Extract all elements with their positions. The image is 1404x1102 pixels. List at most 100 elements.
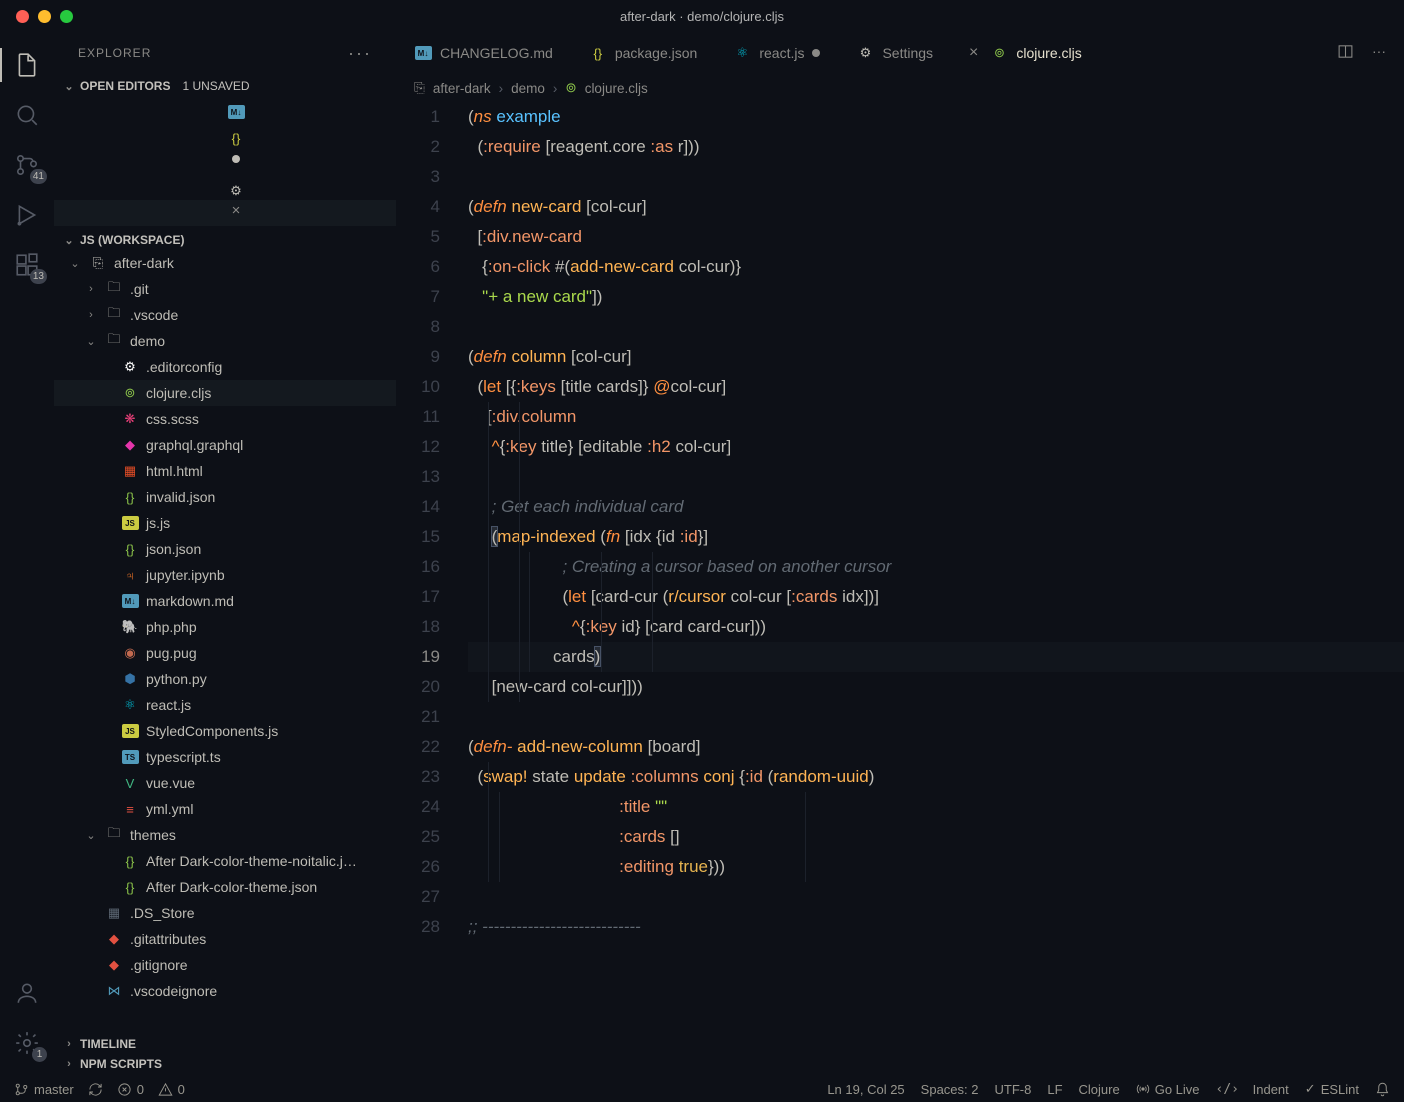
extensions-icon[interactable]: 13 xyxy=(0,244,54,286)
spaces-item[interactable]: Spaces: 2 xyxy=(921,1082,979,1097)
breadcrumb-item[interactable]: after-dark xyxy=(433,81,491,96)
close-window[interactable] xyxy=(16,10,29,23)
indent-item[interactable]: ‹/› Indent xyxy=(1216,1082,1289,1097)
file-icon: ◆ xyxy=(121,436,139,454)
split-editor-icon[interactable] xyxy=(1337,43,1354,63)
settings-gear-icon[interactable]: 1 xyxy=(0,1022,54,1064)
maximize-window[interactable] xyxy=(60,10,73,23)
account-icon[interactable] xyxy=(0,972,54,1014)
language-item[interactable]: Clojure xyxy=(1079,1082,1120,1097)
sync-icon[interactable] xyxy=(88,1082,103,1097)
open-editor-item[interactable]: ⚙Settings xyxy=(54,174,396,200)
sidebar-header: EXPLORER ··· xyxy=(54,32,396,74)
file-icon: {} xyxy=(227,131,245,146)
file-item[interactable]: ◉pug.pug xyxy=(54,640,396,666)
file-item[interactable]: ◆.gitignore xyxy=(54,952,396,978)
minimize-window[interactable] xyxy=(38,10,51,23)
chevron-right-icon: › xyxy=(84,309,98,321)
chevron-right-icon: › xyxy=(499,81,504,96)
open-editor-item[interactable]: ⚛react.js after-dark · demo xyxy=(54,148,396,174)
folder-item[interactable]: ⌄⎘after-dark xyxy=(54,250,396,276)
file-icon: V xyxy=(121,774,139,792)
chevron-down-icon: ⌄ xyxy=(84,829,98,842)
code-body[interactable]: (ns example (:require [reagent.core :as … xyxy=(468,102,1404,1076)
explorer-icon[interactable] xyxy=(0,44,54,86)
file-item[interactable]: ⊚clojure.cljs xyxy=(54,380,396,406)
tab-bar: M↓CHANGELOG.md{}package.json⚛react.js⚙Se… xyxy=(396,32,1404,74)
file-item[interactable]: {}After Dark-color-theme-noitalic.j… xyxy=(54,848,396,874)
source-control-icon[interactable]: 41 xyxy=(0,144,54,186)
search-icon[interactable] xyxy=(0,94,54,136)
tab-label: CHANGELOG.md xyxy=(440,45,553,61)
file-item[interactable]: ⚙.editorconfig xyxy=(54,354,396,380)
eslint-item[interactable]: ✓ ESLint xyxy=(1305,1081,1359,1097)
more-icon[interactable]: ··· xyxy=(348,43,372,64)
folder-item[interactable]: ›🗀.git xyxy=(54,276,396,302)
chevron-down-icon: ⌄ xyxy=(84,335,98,348)
branch-item[interactable]: master xyxy=(14,1082,74,1097)
npm-scripts-header[interactable]: ›NPM SCRIPTS xyxy=(54,1054,396,1074)
file-item[interactable]: {}invalid.json xyxy=(54,484,396,510)
file-icon: JS xyxy=(121,514,139,532)
item-name: jupyter.ipynb xyxy=(146,567,225,583)
tab-label: package.json xyxy=(615,45,698,61)
file-item[interactable]: ⬢python.py xyxy=(54,666,396,692)
file-item[interactable]: JSjs.js xyxy=(54,510,396,536)
file-icon: ⚛ xyxy=(227,173,245,174)
open-editor-item[interactable]: M↓CHANGELOG.md after-dark xyxy=(54,96,396,122)
folder-item[interactable]: ⌄🗀themes xyxy=(54,822,396,848)
file-item[interactable]: ♃ jupyter.ipynb xyxy=(54,562,396,588)
close-icon[interactable]: × xyxy=(969,44,978,62)
tab[interactable]: ⚛react.js xyxy=(715,32,838,74)
breadcrumb[interactable]: ⎘ after-dark › demo › ⊚ clojure.cljs xyxy=(396,74,1404,102)
problems-item[interactable]: 0 0 xyxy=(117,1082,185,1097)
open-editor-item[interactable]: ×⊚clojure.cljs after-dark · demo xyxy=(54,200,396,226)
go-live-item[interactable]: Go Live xyxy=(1136,1082,1200,1097)
file-item[interactable]: ▦.DS_Store xyxy=(54,900,396,926)
file-item[interactable]: ▦html.html xyxy=(54,458,396,484)
debug-icon[interactable] xyxy=(0,194,54,236)
file-item[interactable]: ◆graphql.graphql xyxy=(54,432,396,458)
file-item[interactable]: ⋈.vscodeignore xyxy=(54,978,396,1004)
file-item[interactable]: ≡yml.yml xyxy=(54,796,396,822)
close-icon[interactable]: × xyxy=(227,202,245,219)
tab[interactable]: ×⊚clojure.cljs xyxy=(951,32,1100,74)
tab[interactable]: M↓CHANGELOG.md xyxy=(396,32,571,74)
open-editors-header[interactable]: ⌄ OPEN EDITORS 1 UNSAVED xyxy=(54,76,396,96)
file-item[interactable]: {}After Dark-color-theme.json xyxy=(54,874,396,900)
encoding-item[interactable]: UTF-8 xyxy=(995,1082,1032,1097)
explorer-title: EXPLORER xyxy=(78,46,151,60)
tab[interactable]: ⚙Settings xyxy=(838,32,951,74)
file-item[interactable]: {}json.json xyxy=(54,536,396,562)
file-icon: ❋ xyxy=(121,410,139,428)
tab-label: react.js xyxy=(759,45,804,61)
file-item[interactable]: TStypescript.ts xyxy=(54,744,396,770)
cursor-position[interactable]: Ln 19, Col 25 xyxy=(827,1082,904,1097)
tab[interactable]: {}package.json xyxy=(571,32,716,74)
file-item[interactable]: ⚛react.js xyxy=(54,692,396,718)
file-item[interactable]: 🐘php.php xyxy=(54,614,396,640)
file-item[interactable]: ◆.gitattributes xyxy=(54,926,396,952)
workspace-header[interactable]: ⌄ JS (WORKSPACE) xyxy=(54,230,396,250)
notifications-icon[interactable] xyxy=(1375,1082,1390,1097)
chevron-down-icon: ⌄ xyxy=(62,80,76,93)
breadcrumb-item[interactable]: clojure.cljs xyxy=(585,81,648,96)
folder-item[interactable]: ⌄🗀demo xyxy=(54,328,396,354)
more-icon[interactable]: ··· xyxy=(1372,43,1386,63)
file-icon: ⋈ xyxy=(105,982,123,1000)
file-icon: ⊚ xyxy=(990,44,1008,62)
eslint-label: ESLint xyxy=(1321,1082,1359,1097)
breadcrumb-item[interactable]: demo xyxy=(511,81,545,96)
file-item[interactable]: JSStyledComponents.js xyxy=(54,718,396,744)
code-editor[interactable]: 1234567891011121314151617181920212223242… xyxy=(396,102,1404,1076)
file-icon: ♃ xyxy=(121,566,139,584)
file-item[interactable]: M↓markdown.md xyxy=(54,588,396,614)
eol-item[interactable]: LF xyxy=(1047,1082,1062,1097)
item-name: vue.vue xyxy=(146,775,195,791)
file-item[interactable]: ❋css.scss xyxy=(54,406,396,432)
file-item[interactable]: Vvue.vue xyxy=(54,770,396,796)
open-editor-item[interactable]: {}package.json after-dark xyxy=(54,122,396,148)
folder-item[interactable]: ›🗀.vscode xyxy=(54,302,396,328)
file-icon: ⬢ xyxy=(121,670,139,688)
timeline-header[interactable]: ›TIMELINE xyxy=(54,1034,396,1054)
